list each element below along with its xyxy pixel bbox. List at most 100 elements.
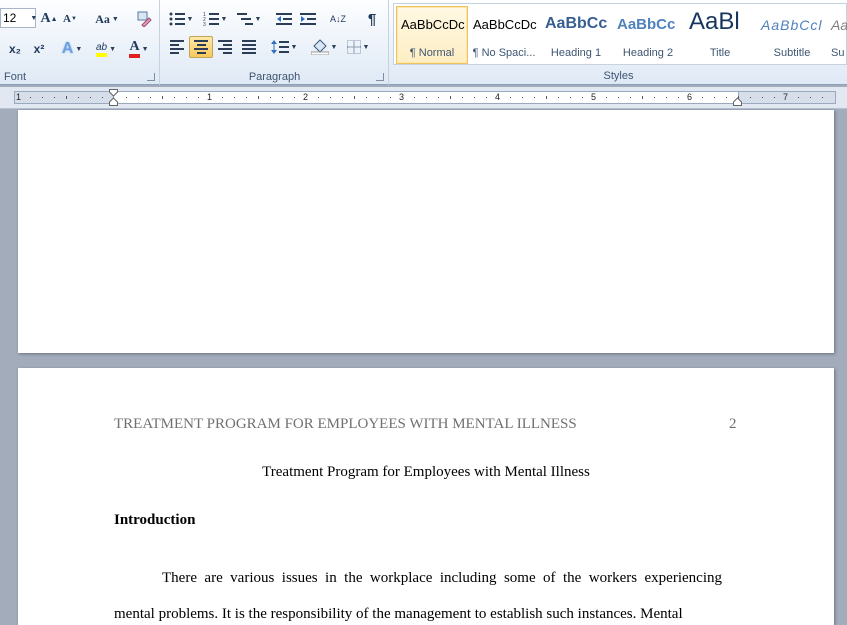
- horizontal-ruler[interactable]: 1 1 2 3 4 5 6 7: [0, 87, 847, 109]
- chevron-down-icon: ▼: [141, 45, 149, 53]
- style-heading-1[interactable]: AaBbCc Heading 1: [540, 6, 612, 64]
- align-left-button[interactable]: [165, 36, 189, 58]
- ruler-dot: [666, 97, 667, 98]
- svg-text:3: 3: [203, 22, 206, 26]
- ruler-dot: [510, 97, 511, 98]
- ruler-dot: [330, 97, 331, 98]
- ruler-dot: [702, 97, 703, 98]
- section-heading[interactable]: Introduction: [114, 512, 195, 529]
- page-number[interactable]: 2: [729, 416, 737, 433]
- chevron-down-icon: ▼: [111, 15, 119, 23]
- styles-group-label: Styles: [603, 70, 634, 82]
- style-no-spacing[interactable]: AaBbCcDc ¶ No Spaci...: [468, 6, 540, 64]
- ruler-number: 6: [687, 92, 693, 102]
- ruler-dot: [438, 97, 439, 98]
- chevron-down-icon: ▼: [75, 45, 83, 53]
- ruler-dot: [474, 97, 475, 98]
- paragraph-group-label: Paragraph: [248, 71, 301, 83]
- ruler-tick: [258, 96, 259, 99]
- style-preview: AaBbCc: [617, 16, 676, 33]
- style-heading-2[interactable]: AaBbCc Heading 2: [612, 6, 684, 64]
- decrease-indent-button[interactable]: [273, 8, 295, 30]
- multilevel-list-button[interactable]: ▼: [235, 8, 263, 30]
- font-group-label: Font: [4, 71, 27, 83]
- ruler-dot: [774, 97, 775, 98]
- font-size-field[interactable]: 12 ▼: [0, 8, 37, 28]
- grow-font-button[interactable]: A ▲: [40, 8, 58, 30]
- font-dialog-launcher[interactable]: [147, 73, 155, 81]
- ruler-number: 2: [303, 92, 309, 102]
- ruler-dot: [90, 97, 91, 98]
- change-case-button[interactable]: Aa ▼: [92, 8, 122, 30]
- show-formatting-button[interactable]: ¶: [361, 8, 383, 30]
- chevron-down-icon[interactable]: ▼: [30, 15, 37, 22]
- ruler-left-margin: [14, 91, 114, 104]
- borders-button[interactable]: ▼: [343, 36, 373, 58]
- clear-formatting-button[interactable]: [134, 8, 154, 30]
- document-page[interactable]: [18, 110, 834, 353]
- highlight-button[interactable]: ab ▼: [90, 38, 122, 60]
- sort-button[interactable]: A↓Z: [327, 8, 349, 30]
- paragraph-dialog-launcher[interactable]: [376, 73, 384, 81]
- change-case-label: Aa: [95, 11, 110, 26]
- ruler-number: 5: [591, 92, 597, 102]
- ruler-dot: [342, 97, 343, 98]
- align-right-button[interactable]: [213, 36, 237, 58]
- increase-indent-button[interactable]: [297, 8, 319, 30]
- line-spacing-button[interactable]: ▼: [269, 36, 299, 58]
- ruler-tick: [450, 96, 451, 99]
- body-paragraph[interactable]: There are various issues in the workplac…: [114, 560, 722, 625]
- highlight-label: ab: [95, 42, 108, 57]
- subscript-button[interactable]: x₂: [4, 38, 26, 60]
- right-indent-marker-icon[interactable]: [733, 89, 742, 106]
- ruler-number: 1: [207, 92, 213, 102]
- first-line-indent-marker-icon[interactable]: [109, 89, 118, 106]
- ruler-dot: [714, 97, 715, 98]
- ruler-tick: [162, 96, 163, 99]
- ruler-dot: [126, 97, 127, 98]
- font-size-value: 12: [3, 11, 17, 25]
- style-preview: AaBbCcDc: [401, 17, 465, 32]
- ruler-number: 1: [16, 92, 22, 102]
- numbering-button[interactable]: 1 2 3 ▼: [201, 8, 229, 30]
- justify-button[interactable]: [237, 36, 261, 58]
- ruler-dot: [462, 97, 463, 98]
- document-title[interactable]: Treatment Program for Employees with Men…: [18, 464, 834, 481]
- shrink-font-button[interactable]: A ▼: [62, 8, 78, 30]
- sort-icon: A↓Z: [329, 13, 346, 24]
- ruler-dot: [42, 97, 43, 98]
- ruler-dot: [630, 97, 631, 98]
- ruler-dot: [30, 97, 31, 98]
- superscript-button[interactable]: x²: [28, 38, 50, 60]
- chevron-down-icon: ▼: [186, 15, 194, 23]
- style-subtle-emphasis[interactable]: Aa Su: [828, 6, 847, 64]
- ruler-number: 4: [495, 92, 501, 102]
- style-preview: AaBbCcDc: [473, 17, 537, 32]
- style-subtitle[interactable]: AaBbCcl Subtitle: [756, 6, 828, 64]
- ruler-dot: [78, 97, 79, 98]
- document-page[interactable]: TREATMENT PROGRAM FOR EMPLOYEES WITH MEN…: [18, 368, 834, 625]
- ruler-dot: [762, 97, 763, 98]
- ruler-dot: [582, 97, 583, 98]
- ruler-tick: [642, 96, 643, 99]
- ruler-dot: [270, 97, 271, 98]
- ruler-dot: [534, 97, 535, 98]
- justify-icon: [242, 40, 256, 54]
- style-title[interactable]: AaBl Title: [684, 6, 756, 64]
- font-color-button[interactable]: A ▼: [124, 38, 154, 60]
- shading-button[interactable]: ▼: [309, 36, 339, 58]
- bullets-button[interactable]: ▼: [167, 8, 195, 30]
- ruler-number: 7: [783, 92, 789, 102]
- style-name: Heading 2: [622, 47, 674, 59]
- ruler-dot: [750, 97, 751, 98]
- pilcrow-icon: ¶: [367, 10, 377, 28]
- center-button[interactable]: [189, 36, 213, 58]
- ruler-dot: [234, 97, 235, 98]
- bullets-icon: [169, 12, 185, 26]
- ruler-dot: [174, 97, 175, 98]
- text-effects-button[interactable]: A ▼: [58, 38, 86, 60]
- ruler-dot: [102, 97, 103, 98]
- running-head[interactable]: TREATMENT PROGRAM FOR EMPLOYEES WITH MEN…: [114, 416, 577, 433]
- shrink-font-label: A: [63, 13, 71, 25]
- style-normal[interactable]: AaBbCcDc ¶ Normal: [396, 6, 468, 64]
